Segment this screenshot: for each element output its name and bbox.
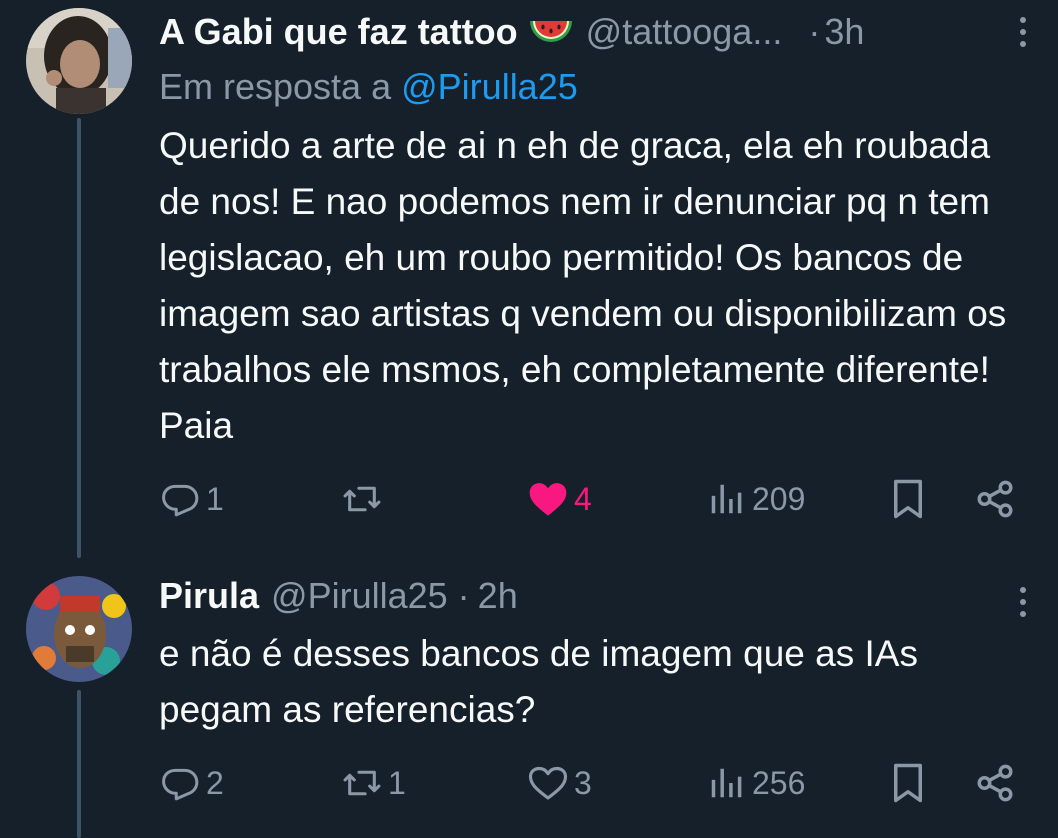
retweet-icon [342, 480, 382, 518]
more-icon[interactable] [1014, 12, 1032, 52]
bookmark-button[interactable] [890, 474, 926, 524]
like-count: 3 [574, 764, 592, 801]
views-icon [706, 480, 746, 518]
avatar[interactable] [26, 8, 132, 114]
reply-prefix: Em resposta a [159, 66, 392, 107]
tweet[interactable]: Pirula @Pirulla25 · 2h e não é desses ba… [159, 570, 1058, 738]
like-button[interactable]: 4 [528, 474, 592, 524]
tweet-header: Pirula @Pirulla25 · 2h [159, 570, 1058, 622]
views-icon [706, 764, 746, 802]
action-bar: 2 1 3 256 [0, 758, 1058, 808]
share-button[interactable] [974, 474, 1016, 524]
author-name[interactable]: A Gabi que faz tattoo [159, 11, 518, 53]
separator-dot: · [808, 11, 821, 52]
reply-count: 2 [206, 764, 224, 801]
avatar[interactable] [26, 576, 132, 682]
views-button[interactable]: 256 [706, 758, 805, 808]
views-button[interactable]: 209 [706, 474, 805, 524]
share-button[interactable] [974, 758, 1016, 808]
separator-dot: · [457, 575, 470, 616]
retweet-button[interactable] [342, 474, 388, 524]
like-count: 4 [574, 480, 592, 517]
share-icon [974, 478, 1016, 520]
tweet-text: Querido a arte de ai n eh de graca, ela … [159, 125, 1007, 446]
bookmark-icon [890, 762, 926, 804]
action-bar: 1 4 209 [0, 474, 1058, 524]
timestamp[interactable]: 2h [478, 575, 518, 617]
author-handle[interactable]: @Pirulla25 [271, 575, 448, 617]
bookmark-button[interactable] [890, 758, 926, 808]
like-button[interactable]: 3 [528, 758, 592, 808]
retweet-button[interactable]: 1 [342, 758, 406, 808]
heart-icon [528, 480, 568, 518]
reply-icon [162, 480, 200, 518]
heart-icon [528, 764, 568, 802]
retweet-icon [342, 764, 382, 802]
timestamp[interactable]: 3h [824, 11, 864, 53]
reply-icon [162, 764, 200, 802]
views-count: 256 [752, 764, 806, 801]
author-handle[interactable]: @tattooga... [586, 11, 783, 53]
more-icon[interactable] [1014, 582, 1032, 622]
tweet-header: A Gabi que faz tattoo @tattooga... · 3h [159, 6, 1058, 58]
views-count: 209 [752, 480, 806, 517]
author-name[interactable]: Pirula [159, 575, 259, 617]
reply-mention-link[interactable]: @Pirulla25 [401, 66, 578, 107]
share-icon [974, 762, 1016, 804]
watermelon-emoji-icon [528, 15, 574, 49]
tweet-text: e não é desses bancos de imagem que as I… [159, 633, 918, 730]
reply-count: 1 [206, 480, 224, 517]
tweet[interactable]: A Gabi que faz tattoo @tattooga... · 3h … [159, 6, 1058, 454]
reply-button[interactable]: 2 [162, 758, 224, 808]
reply-context: Em resposta a @Pirulla25 [159, 64, 1058, 110]
bookmark-icon [890, 478, 926, 520]
retweet-count: 1 [388, 764, 406, 801]
reply-button[interactable]: 1 [162, 474, 224, 524]
